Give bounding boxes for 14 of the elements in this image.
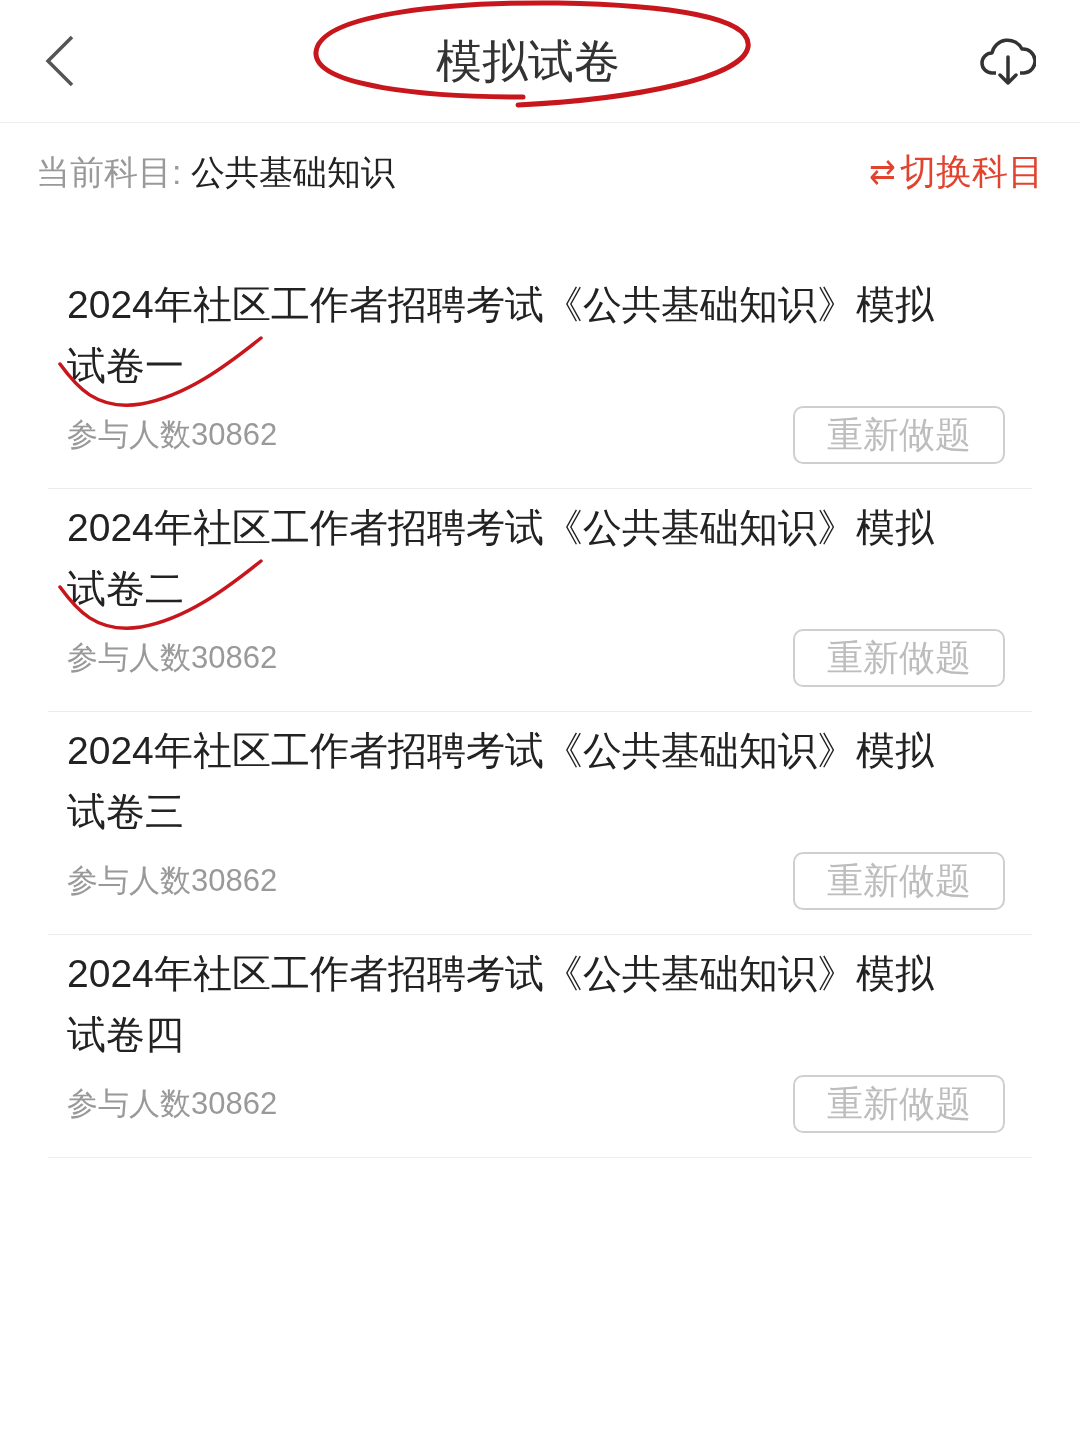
switch-subject-link[interactable]: ⇄切换科目 xyxy=(869,145,1044,199)
paper-title[interactable]: 2024年社区工作者招聘考试《公共基础知识》模拟试卷三 xyxy=(67,720,967,842)
cloud-download-icon[interactable] xyxy=(980,35,1036,87)
paper-title[interactable]: 2024年社区工作者招聘考试《公共基础知识》模拟试卷一 xyxy=(67,274,967,396)
participant-count: 参与人数30862 xyxy=(67,638,278,677)
participant-count: 参与人数30862 xyxy=(67,415,278,454)
back-icon[interactable] xyxy=(44,35,76,87)
paper-title[interactable]: 2024年社区工作者招聘考试《公共基础知识》模拟试卷二 xyxy=(67,497,967,619)
subject-name: 公共基础知识 xyxy=(191,151,396,193)
subject-label: 当前科目: xyxy=(36,151,182,193)
page-title: 模拟试卷 xyxy=(436,33,620,89)
participant-count: 参与人数30862 xyxy=(67,861,278,900)
participant-count: 参与人数30862 xyxy=(67,1084,278,1123)
paper-title[interactable]: 2024年社区工作者招聘考试《公共基础知识》模拟试卷四 xyxy=(67,943,967,1065)
